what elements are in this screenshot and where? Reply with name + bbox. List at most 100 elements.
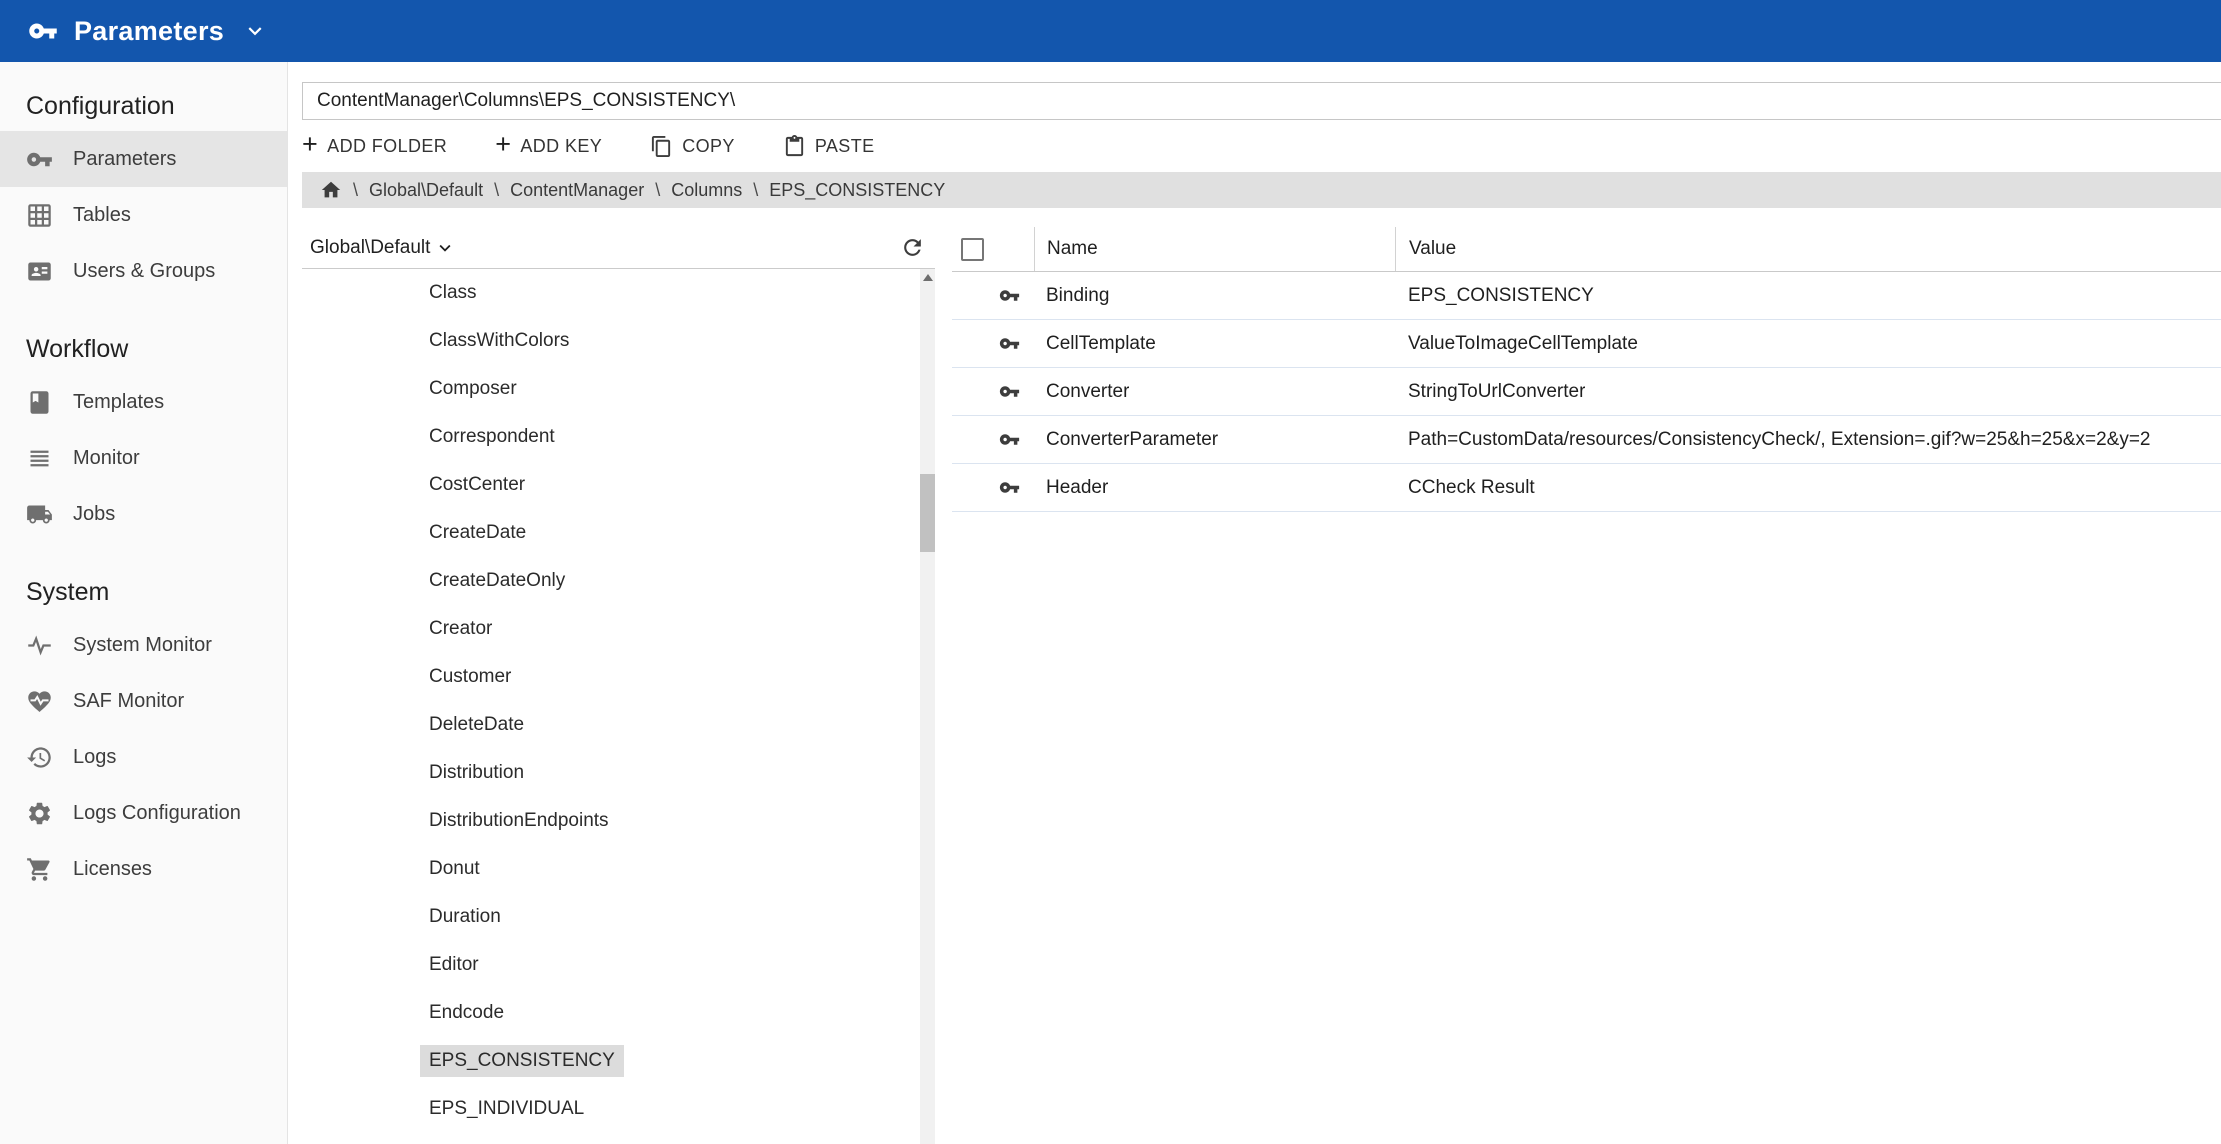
sidebar-item-label: Logs Configuration	[73, 802, 241, 825]
sidebar-item-parameters[interactable]: Parameters	[0, 131, 287, 187]
table-row[interactable]: Converter StringToUrlConverter	[952, 368, 2221, 416]
book-icon	[26, 389, 53, 416]
tree-item[interactable]: EPS_INDIVIDUAL	[302, 1085, 935, 1133]
tree-item[interactable]: Endcode	[302, 989, 935, 1037]
select-all-checkbox[interactable]	[961, 238, 984, 261]
content-split: Global\Default Class ClassWithColors Com…	[302, 227, 2221, 1144]
heart-pulse-icon	[26, 688, 53, 715]
app-body: Configuration Parameters Tables Users & …	[0, 62, 2221, 1144]
scope-selector[interactable]: Global\Default	[310, 237, 456, 259]
tree-scrollbar[interactable]	[920, 269, 935, 1144]
sidebar-item-label: Users & Groups	[73, 260, 215, 283]
plus-icon: +	[302, 131, 318, 158]
table-row[interactable]: Binding EPS_CONSISTENCY	[952, 272, 2221, 320]
plus-icon: +	[495, 131, 511, 158]
param-value: CCheck Result	[1408, 477, 1535, 499]
tree-item[interactable]: Class	[302, 269, 935, 317]
sidebar: Configuration Parameters Tables Users & …	[0, 62, 288, 1144]
sidebar-item-logs[interactable]: Logs	[0, 729, 287, 785]
tree-item[interactable]: CostCenter	[302, 461, 935, 509]
sidebar-item-logs-configuration[interactable]: Logs Configuration	[0, 785, 287, 841]
sidebar-item-label: Jobs	[73, 503, 115, 526]
tree-item[interactable]: DistributionEndpoints	[302, 797, 935, 845]
home-icon[interactable]	[320, 179, 342, 201]
paste-button[interactable]: PASTE	[783, 135, 875, 158]
app-title: Parameters	[74, 16, 224, 47]
sidebar-item-label: SAF Monitor	[73, 690, 184, 713]
scroll-up-arrow-icon[interactable]	[920, 269, 935, 285]
key-icon	[999, 381, 1020, 402]
tree-item[interactable]: ClassWithColors	[302, 317, 935, 365]
table-grid-icon	[26, 202, 53, 229]
scrollbar-thumb[interactable]	[920, 474, 935, 552]
tree-item[interactable]: Donut	[302, 845, 935, 893]
param-name: Binding	[1046, 285, 1109, 307]
param-name: Converter	[1046, 381, 1129, 403]
add-folder-button[interactable]: + ADD FOLDER	[302, 134, 447, 158]
grid-header-check-cell	[952, 227, 1034, 271]
breadcrumb-segment-eps-consistency[interactable]: EPS_CONSISTENCY	[769, 180, 945, 201]
sidebar-item-saf-monitor[interactable]: SAF Monitor	[0, 673, 287, 729]
key-icon	[999, 333, 1020, 354]
breadcrumb-separator: \	[753, 180, 758, 201]
cart-icon	[26, 856, 53, 883]
add-key-label: ADD KEY	[520, 136, 602, 157]
key-icon	[28, 16, 58, 46]
sidebar-item-jobs[interactable]: Jobs	[0, 486, 287, 542]
tree-item[interactable]: Customer	[302, 653, 935, 701]
gear-icon	[26, 800, 53, 827]
breadcrumb-separator: \	[655, 180, 660, 201]
add-key-button[interactable]: + ADD KEY	[495, 134, 602, 158]
history-icon	[26, 744, 53, 771]
truck-icon	[26, 501, 53, 528]
tree-item[interactable]: Correspondent	[302, 413, 935, 461]
path-row	[302, 82, 2221, 120]
toolbar: + ADD FOLDER + ADD KEY COPY PASTE	[302, 120, 2221, 172]
section-heading: Workflow	[0, 335, 287, 374]
param-name: CellTemplate	[1046, 333, 1156, 355]
tree-panel: Global\Default Class ClassWithColors Com…	[302, 227, 935, 1144]
sidebar-item-label: System Monitor	[73, 634, 212, 657]
tree-item[interactable]: CreateDateOnly	[302, 557, 935, 605]
add-folder-label: ADD FOLDER	[327, 136, 447, 157]
sidebar-item-tables[interactable]: Tables	[0, 187, 287, 243]
tree-item[interactable]: CreateDate	[302, 509, 935, 557]
main-area: + ADD FOLDER + ADD KEY COPY PASTE \ Glob…	[288, 62, 2221, 1144]
sidebar-item-label: Logs	[73, 746, 116, 769]
sidebar-item-label: Parameters	[73, 148, 176, 171]
paste-icon	[783, 135, 806, 158]
chevron-down-icon	[434, 237, 456, 259]
table-row[interactable]: CellTemplate ValueToImageCellTemplate	[952, 320, 2221, 368]
param-value: ValueToImageCellTemplate	[1408, 333, 1638, 355]
table-row[interactable]: ConverterParameter Path=CustomData/resou…	[952, 416, 2221, 464]
tree-item[interactable]: DeleteDate	[302, 701, 935, 749]
tree-item[interactable]: Composer	[302, 365, 935, 413]
tree-item[interactable]: Duration	[302, 893, 935, 941]
grid-header-value: Value	[1395, 227, 2221, 271]
chevron-down-icon[interactable]	[242, 18, 268, 44]
sidebar-item-templates[interactable]: Templates	[0, 374, 287, 430]
sidebar-item-label: Tables	[73, 204, 131, 227]
key-icon	[26, 146, 53, 173]
path-input[interactable]	[302, 82, 2221, 120]
tree-item[interactable]: Distribution	[302, 749, 935, 797]
tree-item[interactable]: Editor	[302, 941, 935, 989]
key-icon	[999, 429, 1020, 450]
grid-header: Name Value	[952, 227, 2221, 272]
tree-item[interactable]: Creator	[302, 605, 935, 653]
param-value: EPS_CONSISTENCY	[1408, 285, 1594, 307]
breadcrumb-segment-columns[interactable]: Columns	[671, 180, 742, 201]
sidebar-item-users-groups[interactable]: Users & Groups	[0, 243, 287, 299]
refresh-button[interactable]	[900, 235, 925, 260]
table-row[interactable]: Header CCheck Result	[952, 464, 2221, 512]
sidebar-item-system-monitor[interactable]: System Monitor	[0, 617, 287, 673]
breadcrumb-segment-global-default[interactable]: Global\Default	[369, 180, 483, 201]
sidebar-item-monitor[interactable]: Monitor	[0, 430, 287, 486]
tree-item-selected[interactable]: EPS_CONSISTENCY	[302, 1037, 935, 1085]
breadcrumb-segment-contentmanager[interactable]: ContentManager	[510, 180, 644, 201]
sidebar-item-licenses[interactable]: Licenses	[0, 841, 287, 897]
sidebar-item-label: Monitor	[73, 447, 140, 470]
id-card-icon	[26, 258, 53, 285]
copy-button[interactable]: COPY	[650, 135, 735, 158]
pulse-icon	[26, 632, 53, 659]
